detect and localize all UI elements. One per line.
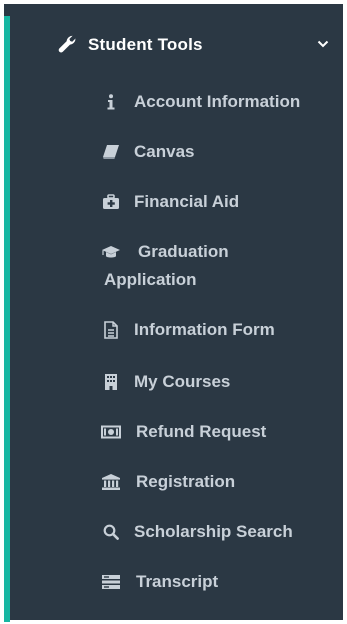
menu-item-canvas[interactable]: Canvas	[100, 138, 336, 166]
menu-item-label: Account Information	[134, 92, 301, 111]
menu-item-label: Registration	[136, 472, 236, 491]
menu-item-graduation-application[interactable]: Graduation Application	[100, 238, 336, 294]
menu-item-label-line2: Application	[104, 270, 197, 289]
menu-item-financial-aid[interactable]: Financial Aid	[100, 188, 336, 216]
menu-item-label: Canvas	[134, 142, 195, 161]
menu-item-account-information[interactable]: Account Information	[100, 88, 336, 116]
menu-item-scholarship-search[interactable]: Scholarship Search	[100, 518, 336, 546]
menu-item-label-line1: Graduation	[138, 242, 229, 261]
menu-item-label: Transcript	[136, 572, 219, 591]
menu-item-label: My Courses	[134, 372, 231, 391]
list-icon	[100, 573, 122, 591]
menu-item-label: Scholarship Search	[134, 522, 293, 541]
active-accent-bar	[4, 16, 10, 622]
sidebar-panel: Student Tools Account Information Canvas…	[4, 4, 343, 622]
book-icon	[100, 143, 122, 161]
menu-item-refund-request[interactable]: Refund Request	[100, 418, 336, 446]
menu-item-label: Financial Aid	[134, 192, 240, 211]
menu-item-information-form[interactable]: Information Form	[100, 316, 336, 344]
search-icon	[100, 523, 122, 541]
menu-item-transcript[interactable]: Transcript	[100, 568, 336, 596]
info-icon	[100, 93, 122, 111]
building-icon	[100, 373, 122, 391]
bank-icon	[100, 473, 122, 491]
menu-item-my-courses[interactable]: My Courses	[100, 368, 336, 396]
student-tools-toggle[interactable]: Student Tools	[56, 32, 336, 58]
menu-item-label: Refund Request	[136, 422, 267, 441]
chevron-down-icon[interactable]	[314, 35, 332, 53]
graduation-cap-icon	[100, 243, 122, 261]
medkit-icon	[100, 193, 122, 211]
menu-item-label: Information Form	[134, 320, 275, 339]
document-icon	[100, 321, 122, 339]
wrench-icon	[56, 35, 80, 55]
menu-item-registration[interactable]: Registration	[100, 468, 336, 496]
student-tools-title: Student Tools	[88, 35, 203, 54]
money-icon	[100, 423, 122, 441]
